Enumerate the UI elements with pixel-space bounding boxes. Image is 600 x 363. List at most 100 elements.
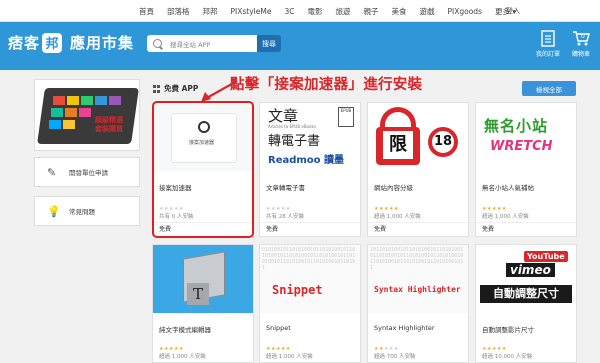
nav-link-movie[interactable]: 電影 — [307, 6, 322, 17]
app-card-snippet[interactable]: 0101001011010100101101010010110101001011… — [259, 244, 361, 363]
sidebar-item-label: 開發單位申請 — [69, 169, 108, 177]
highlight-box — [152, 101, 254, 238]
tile — [79, 108, 91, 117]
install-count: 超過 1,000 人安裝 — [266, 354, 313, 360]
sidebar-item-faq[interactable]: 💡 常見問題 — [34, 196, 140, 226]
app-name: 文章轉電子書 — [266, 184, 305, 192]
epub-icon: EPUB — [338, 107, 354, 127]
document-icon — [541, 30, 555, 47]
app-thumbnail: 無名小站 WRETCH — [476, 103, 576, 171]
app-header: 痞客 邦 應用市集 搜尋全站 APP 搜尋 我的訂單 0 購物車 — [0, 22, 600, 70]
logo-mark: 邦 — [42, 32, 63, 53]
nav-link-blog[interactable]: 部落格 — [167, 6, 190, 17]
top-nav-links: 首頁 部落格 邦邦 PIXstyleMe 3C 電影 旅遊 親子 美食 遊戲 P… — [139, 0, 529, 22]
sidebar-item-label: 常見問題 — [69, 208, 95, 216]
tile — [109, 96, 121, 105]
app-card-wretch-popularity[interactable]: 無名小站 WRETCH 無名小站人氣補帖 ★★★★★ 超過 1,000 人安裝 … — [475, 102, 577, 237]
promo-text: 超級精選 套裝購買 — [95, 116, 123, 133]
tile — [63, 120, 75, 129]
nav-link-pixgoods[interactable]: PIXgoods — [447, 7, 481, 16]
cart-icon: 0 — [573, 31, 590, 46]
binary-pattern: 0101001011010100101101010010110101001011… — [262, 247, 356, 271]
app-name: Syntax Highlighter — [374, 324, 435, 332]
install-count: 共有 28 人安裝 — [266, 214, 304, 220]
thumb-title: Syntax Highlighter — [374, 285, 461, 294]
view-all-button[interactable]: 檢視全部 — [522, 81, 576, 96]
logo-text: 痞客 — [8, 34, 41, 52]
tile — [65, 108, 77, 117]
readmoo-logo: Readmoo 讀墨 — [268, 155, 345, 166]
app-thumbnail: T — [153, 245, 253, 313]
nav-link-family[interactable]: 親子 — [363, 6, 378, 17]
tile — [49, 120, 61, 129]
install-count: 超過 1,000 人安裝 — [159, 354, 206, 360]
app-card-auto-resize-video[interactable]: YouTube vimeo 自動調整尺寸 自動調整影片尺寸 ★★★★★ 超過 1… — [475, 244, 577, 363]
app-thumbnail: YouTube vimeo 自動調整尺寸 — [476, 245, 576, 313]
app-name: Snippet — [266, 324, 291, 332]
cart-count: 0 — [581, 33, 585, 40]
grid-icon — [153, 85, 161, 93]
site-logo[interactable]: 痞客 邦 應用市集 — [8, 32, 134, 53]
youtube-logo: YouTube — [524, 251, 568, 262]
app-thumbnail: 限 18 — [368, 103, 468, 171]
tile — [51, 108, 63, 117]
app-card-plaintext-editor[interactable]: T 純文字模式編輯器 ★★★★★ 超過 1,000 人安裝 — [152, 244, 254, 363]
thumb-subtitle: Articles to EPUB eBooks — [268, 124, 316, 129]
lightbulb-icon: 💡 — [47, 204, 61, 218]
install-count: 超過 10,000 人安裝 — [482, 354, 533, 360]
install-count: 超過 1,000 人安裝 — [482, 214, 529, 220]
thumb-subtitle: WRETCH — [490, 139, 553, 154]
nav-link-pixstyleme[interactable]: PIXstyleMe — [231, 7, 272, 16]
tile — [67, 96, 79, 105]
restricted-symbol: 限 — [383, 131, 413, 159]
tile — [95, 96, 107, 105]
nav-link-games[interactable]: 遊戲 — [419, 6, 434, 17]
vimeo-logo: vimeo — [506, 263, 555, 277]
app-name: 無名小站人氣補帖 — [482, 184, 534, 192]
app-thumbnail: 0101001011010100101101010010110101001011… — [260, 245, 360, 313]
promo-banner[interactable]: 超級精選 套裝購買 — [34, 79, 140, 151]
nav-link-food[interactable]: 美食 — [391, 6, 406, 17]
nav-link-travel[interactable]: 旅遊 — [335, 6, 350, 17]
install-count: 超過 700 人安裝 — [374, 354, 416, 360]
thumb-title: Snippet — [272, 283, 323, 297]
price-label: 免費 — [368, 222, 468, 236]
search-button[interactable]: 搜尋 — [257, 35, 281, 52]
cart-button[interactable]: 0 購物車 — [566, 30, 596, 58]
logo-subtitle: 應用市集 — [70, 34, 135, 52]
app-thumbnail: 1011010100101101010010110101001011010100… — [368, 245, 468, 313]
nav-link-bangbang[interactable]: 邦邦 — [203, 6, 218, 17]
section-title: 免費 APP — [164, 84, 199, 93]
top-nav: 首頁 部落格 邦邦 PIXstyleMe 3C 電影 旅遊 親子 美食 遊戲 P… — [0, 0, 600, 22]
search-input[interactable]: 搜尋全站 APP — [147, 35, 257, 52]
app-card-syntax-highlighter[interactable]: 1011010100101101010010110101001011010100… — [367, 244, 469, 363]
thumb-title: 無名小站 — [484, 117, 549, 135]
thumb-caption: 自動調整尺寸 — [480, 285, 572, 303]
price-label: 免費 — [476, 222, 576, 236]
thumb-title-2: 轉電子書 — [268, 134, 321, 149]
cart-label: 購物車 — [571, 51, 590, 58]
my-orders-label: 我的訂單 — [535, 51, 560, 58]
app-name: 自動調整影片尺寸 — [482, 326, 534, 334]
app-card-content-rating[interactable]: 限 18 網站內容分級 ★★★★★ 超過 1,000 人安裝 免費 — [367, 102, 469, 237]
search-placeholder: 搜尋全站 APP — [170, 40, 211, 49]
age-18-icon: 18 — [428, 127, 458, 157]
app-name: 純文字模式編輯器 — [159, 326, 211, 334]
nav-link-home[interactable]: 首頁 — [139, 6, 154, 17]
app-card-article-to-ebook[interactable]: 文章 Articles to EPUB eBooks 轉電子書 EPUB Rea… — [259, 102, 361, 237]
my-orders-button[interactable]: 我的訂單 — [533, 30, 563, 58]
app-thumbnail: 文章 Articles to EPUB eBooks 轉電子書 EPUB Rea… — [260, 103, 360, 171]
annotation-text: 點擊「接案加速器」進行安裝 — [230, 77, 423, 93]
price-label: 免費 — [260, 222, 360, 236]
letter-t-graphic: T — [187, 283, 209, 305]
pencil-icon: ✎ — [47, 165, 57, 179]
install-count: 超過 1,000 人安裝 — [374, 214, 421, 220]
sidebar-item-developer-apply[interactable]: ✎ 開發單位申請 — [34, 157, 140, 187]
tile — [81, 96, 93, 105]
nav-link-3c[interactable]: 3C — [284, 7, 294, 16]
app-name: 網站內容分級 — [374, 184, 413, 192]
login-link[interactable]: 登入 — [506, 6, 520, 16]
tile — [53, 96, 65, 105]
thumb-title: 文章 — [268, 107, 299, 125]
binary-pattern: 1011010100101101010010110101001011010100… — [370, 247, 464, 271]
